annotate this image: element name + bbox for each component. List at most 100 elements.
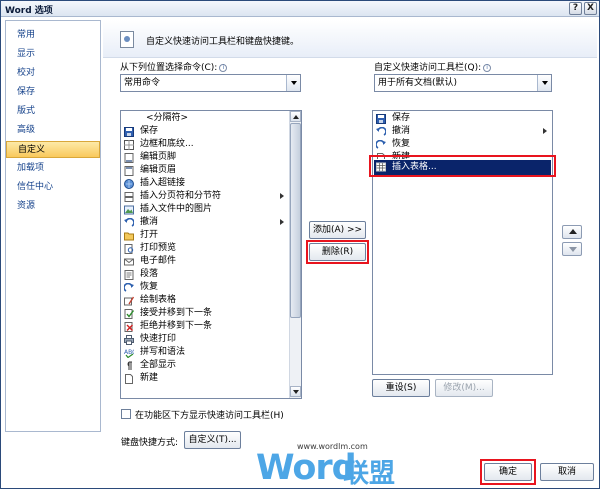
toolbar-scope-combo[interactable]: 用于所有文档(默认) [374,74,552,92]
scroll-thumb[interactable] [290,123,301,318]
section-header: 自定义快速访问工具栏和键盘快捷键。 [103,20,597,58]
picture-icon [124,205,134,215]
sidebar-item-customize[interactable]: 自定义 [6,141,100,158]
list-item[interactable]: 边框和底纹... [122,138,288,151]
ok-button[interactable]: 确定 [484,463,532,481]
list-item[interactable]: 快速打印 [122,333,288,346]
list-item[interactable]: 保存 [122,125,288,138]
sidebar-item-trust-center[interactable]: 信任中心 [6,179,100,196]
list-item[interactable]: 撤消 [122,216,288,229]
keyboard-shortcut-label: 键盘快捷方式: [121,438,179,448]
quick-print-icon [124,335,134,345]
choose-commands-combo[interactable]: 常用命令 [120,74,301,92]
watermark-word-logo: Word [256,448,357,488]
list-item[interactable]: 恢复 [374,138,551,151]
cancel-button[interactable]: 取消 [540,463,594,481]
list-item[interactable]: 新建 [374,151,551,159]
save-icon [376,114,386,124]
open-folder-icon [124,232,134,241]
list-item[interactable]: 编辑页眉 [122,164,288,177]
sidebar-item-advanced[interactable]: 高级 [6,122,100,139]
reject-icon [124,322,133,332]
watermark-cn-logo: 联盟 [343,459,396,489]
customize-panel: 自定义快速访问工具栏和键盘快捷键。 从下列位置选择命令(C): i 常用命令 <分… [103,20,597,448]
list-item[interactable]: 打开 [122,229,288,242]
sidebar-item-resources[interactable]: 资源 [6,198,100,215]
close-button[interactable]: X [584,2,597,15]
list-item[interactable]: 电子邮件 [122,255,288,268]
options-sidebar: 常用 显示 校对 保存 版式 高级 自定义 加载项 信任中心 资源 [5,20,101,432]
list-item[interactable]: 段落 [122,268,288,281]
scroll-down-icon[interactable] [290,386,301,397]
print-preview-icon [124,244,134,254]
remove-button[interactable]: 删除(R) [309,243,366,261]
list-item[interactable]: 恢复 [122,281,288,294]
sidebar-item-common[interactable]: 常用 [6,27,100,44]
new-document-icon [377,153,385,159]
title-bar[interactable]: Word 选项 ? X [1,1,599,17]
show-below-ribbon-checkbox[interactable] [121,409,131,419]
redo-icon [124,283,134,292]
redo-icon [376,140,386,149]
submenu-arrow-icon [280,219,284,225]
list-item[interactable]: 插入文件中的图片 [122,203,288,216]
add-button[interactable]: 添加(A) >> [309,221,366,239]
list-item[interactable]: 打印预览 [122,242,288,255]
commands-list-scrollbar[interactable] [289,111,301,398]
list-item[interactable]: 撤消 [374,125,551,138]
commands-list[interactable]: <分隔符> 保存 边框和底纹... 编辑页脚 编辑页眉 插入超链接 插入分页符和… [120,110,302,399]
reset-button[interactable]: 重设(S) [372,379,430,397]
header-icon [124,166,134,176]
move-up-button[interactable] [562,225,582,239]
list-item[interactable]: ABC 拼写和语法 [122,346,288,359]
move-down-button[interactable] [562,242,582,256]
customize-toolbar-label: 自定义快速访问工具栏(Q): i [374,60,492,73]
sidebar-item-save[interactable]: 保存 [6,84,100,101]
list-item[interactable]: 接受并移到下一条 [122,307,288,320]
info-icon: i [483,63,492,72]
spelling-icon: ABC [124,349,134,358]
draw-table-icon [124,296,134,306]
save-icon [124,127,134,137]
list-item[interactable]: 拒绝并移到下一条 [122,320,288,333]
customize-shortcuts-button[interactable]: 自定义(T)... [184,431,241,449]
hyperlink-icon [124,179,134,189]
new-document-icon [125,374,133,384]
customize-icon [120,31,134,48]
footer-icon [124,153,134,163]
modify-button[interactable]: 修改(M)... [435,379,493,397]
combo-value: 常用命令 [124,78,161,88]
show-all-icon [127,361,132,370]
list-item[interactable]: 保存 [374,112,551,125]
list-item[interactable]: <分隔符> [122,112,288,125]
word-options-dialog: Word 选项 ? X 常用 显示 校对 保存 版式 高级 自定义 加载项 信任… [0,0,600,489]
email-icon [124,258,134,266]
borders-icon [124,140,134,150]
choose-commands-label: 从下列位置选择命令(C): i [120,60,228,73]
chevron-down-icon[interactable] [537,75,551,91]
list-item-selected[interactable]: 插入表格... [374,160,551,175]
table-icon [376,162,386,172]
list-item[interactable]: 新建 [122,372,288,385]
undo-icon [124,218,134,227]
paragraph-icon [124,270,134,280]
sidebar-item-addins[interactable]: 加载项 [6,160,100,177]
accept-icon [124,309,134,319]
section-title: 自定义快速访问工具栏和键盘快捷键。 [146,37,300,47]
sidebar-item-display[interactable]: 显示 [6,46,100,63]
chevron-down-icon[interactable] [286,75,300,91]
list-item[interactable]: 插入分页符和分节符 [122,190,288,203]
info-icon: i [219,63,228,72]
list-item[interactable]: 编辑页脚 [122,151,288,164]
sidebar-item-proofing[interactable]: 校对 [6,65,100,82]
list-item[interactable]: 全部显示 [122,359,288,372]
page-break-icon [124,192,134,202]
list-item[interactable]: 绘制表格 [122,294,288,307]
sidebar-item-layout[interactable]: 版式 [6,103,100,120]
toolbar-commands-list[interactable]: 保存 撤消 恢复 新建 插入表格... [372,110,553,375]
combo-value: 用于所有文档(默认) [378,78,458,88]
help-button[interactable]: ? [569,2,582,15]
submenu-arrow-icon [280,193,284,199]
list-item[interactable]: 插入超链接 [122,177,288,190]
scroll-up-icon[interactable] [290,111,301,122]
